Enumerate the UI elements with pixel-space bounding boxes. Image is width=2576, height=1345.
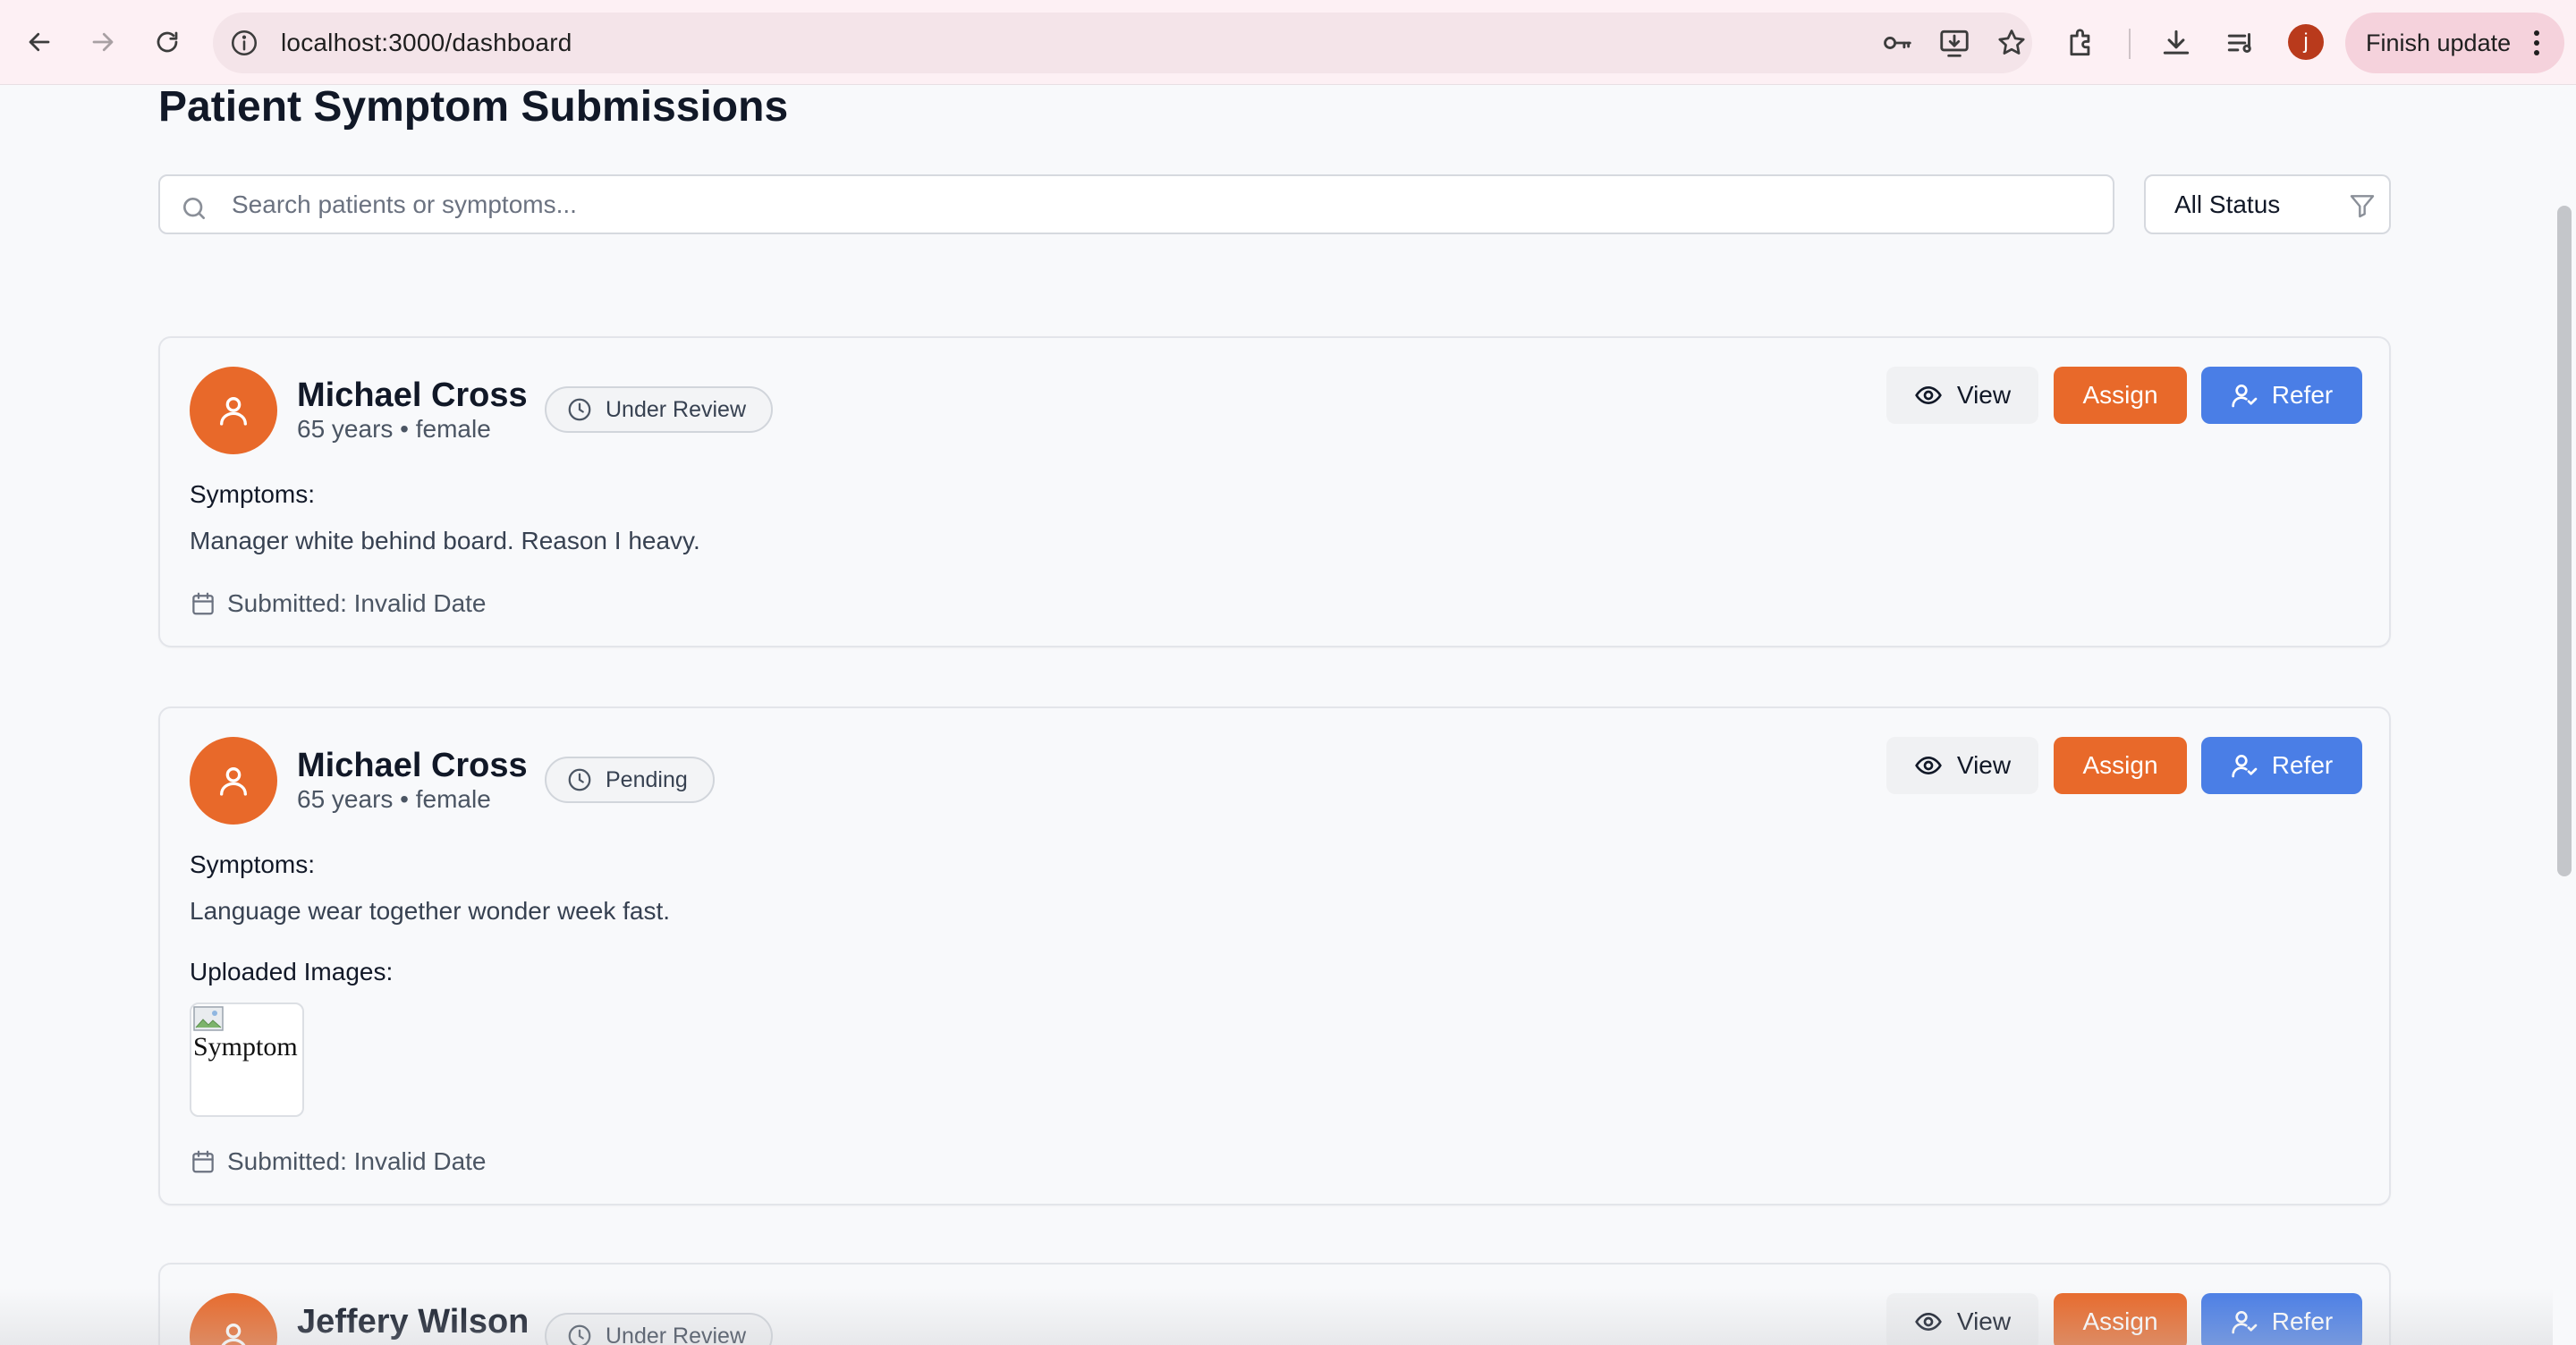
downloads-icon[interactable] <box>2154 21 2199 65</box>
eye-icon <box>1915 1312 1942 1332</box>
submitted-date-text: Submitted: Invalid Date <box>227 1147 487 1175</box>
status-badge: Under Review <box>545 1313 774 1345</box>
filter-icon <box>2350 195 2375 218</box>
user-check-icon <box>2232 755 2258 778</box>
url-text: localhost:3000/dashboard <box>281 29 572 56</box>
more-vert-icon <box>2534 30 2539 55</box>
submission-card: Michael Cross 65 years • female Under Re… <box>158 336 2391 647</box>
clock-icon <box>568 768 591 791</box>
user-check-icon <box>2232 1311 2258 1334</box>
assign-button[interactable]: Assign <box>2054 367 2187 424</box>
patient-avatar <box>190 737 277 825</box>
search-icon <box>183 198 205 219</box>
back-button[interactable] <box>17 20 62 64</box>
finish-update-label: Finish update <box>2366 30 2512 56</box>
refer-button[interactable]: Refer <box>2201 737 2362 794</box>
assign-button[interactable]: Assign <box>2054 737 2187 794</box>
search-field[interactable] <box>158 174 2114 234</box>
address-bar[interactable]: localhost:3000/dashboard <box>213 13 2032 73</box>
submission-card: Michael Cross 65 years • female Pending … <box>158 706 2391 1205</box>
view-button-label: View <box>1956 1307 2012 1335</box>
user-icon <box>220 767 247 796</box>
uploaded-images-label: Uploaded Images: <box>190 958 394 985</box>
user-icon <box>221 1324 246 1345</box>
submitted-date: Submitted: Invalid Date <box>190 588 487 619</box>
image-alt-text: Symptom 1 <box>193 1032 302 1062</box>
status-badge: Under Review <box>545 386 774 433</box>
status-filter-value: All Status <box>2174 190 2281 218</box>
patient-avatar <box>190 1293 277 1345</box>
status-filter-select[interactable]: All Status <box>2144 174 2391 234</box>
clock-icon <box>568 398 591 421</box>
eye-icon <box>1915 756 1942 775</box>
search-input[interactable] <box>232 176 2092 233</box>
calendar-icon <box>192 1150 214 1173</box>
patient-meta: 65 years • female <box>297 785 491 813</box>
status-badge-label: Under Review <box>606 396 747 422</box>
patient-name: Jeffery Wilson <box>297 1303 530 1341</box>
clock-icon <box>568 1324 591 1345</box>
symptoms-text: Language wear together wonder week fast. <box>190 897 671 925</box>
reload-button[interactable] <box>145 20 190 64</box>
forward-button[interactable] <box>80 20 125 64</box>
patient-meta: 65 years • female <box>297 415 491 443</box>
submitted-date-text: Submitted: Invalid Date <box>227 589 487 617</box>
scrollbar-thumb[interactable] <box>2557 206 2572 876</box>
symptoms-label: Symptoms: <box>190 480 316 508</box>
status-badge: Pending <box>545 757 715 803</box>
refer-button-label: Refer <box>2271 1307 2334 1335</box>
install-app-icon[interactable] <box>1932 21 1977 65</box>
status-badge-label: Pending <box>606 766 688 792</box>
user-check-icon <box>2232 385 2258 408</box>
refer-button-label: Refer <box>2271 381 2334 409</box>
extensions-icon[interactable] <box>2059 21 2104 65</box>
refer-button[interactable]: Refer <box>2201 367 2362 424</box>
eye-icon <box>1915 385 1942 405</box>
bookmark-star-icon[interactable] <box>1989 21 2034 65</box>
refer-button[interactable]: Refer <box>2201 1293 2362 1345</box>
page-title: Patient Symptom Submissions <box>158 83 789 131</box>
symptom-image-thumbnail[interactable]: Symptom 1 <box>190 1002 304 1117</box>
view-button-label: View <box>1956 381 2012 409</box>
assign-button-label: Assign <box>2082 381 2158 409</box>
user-icon <box>220 397 247 426</box>
reload-icon <box>157 31 178 53</box>
submitted-date: Submitted: Invalid Date <box>190 1146 487 1177</box>
browser-toolbar: localhost:3000/dashboard j Finish update <box>0 0 2576 85</box>
view-button-label: View <box>1956 751 2012 779</box>
arrow-right-icon <box>92 32 114 52</box>
patient-name: Michael Cross <box>297 747 528 784</box>
symptoms-label: Symptoms: <box>190 850 316 878</box>
patient-avatar <box>190 367 277 454</box>
submission-card: Jeffery Wilson Under Review View Assign … <box>158 1263 2391 1345</box>
assign-button[interactable]: Assign <box>2054 1293 2187 1345</box>
patient-name: Michael Cross <box>297 376 528 414</box>
toolbar-separator <box>2129 29 2131 59</box>
view-button[interactable]: View <box>1886 1293 2038 1345</box>
finish-update-button[interactable]: Finish update <box>2345 13 2564 73</box>
site-info-icon[interactable] <box>229 28 259 58</box>
broken-image-icon <box>193 1006 224 1031</box>
password-key-icon[interactable] <box>1875 21 1919 65</box>
assign-button-label: Assign <box>2082 751 2158 779</box>
arrow-left-icon <box>29 32 50 52</box>
refer-button-label: Refer <box>2271 751 2334 779</box>
symptoms-text: Manager white behind board. Reason I hea… <box>190 527 700 554</box>
media-queue-icon[interactable] <box>2218 21 2263 65</box>
view-button[interactable]: View <box>1886 737 2038 794</box>
calendar-icon <box>192 592 214 615</box>
profile-avatar[interactable]: j <box>2288 24 2324 60</box>
status-badge-label: Under Review <box>606 1323 747 1345</box>
view-button[interactable]: View <box>1886 367 2038 424</box>
assign-button-label: Assign <box>2082 1307 2158 1335</box>
